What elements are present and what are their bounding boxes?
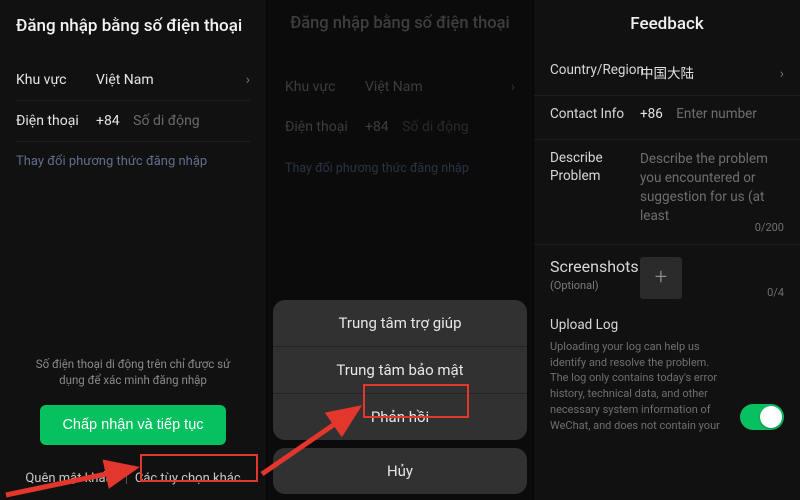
page-title: Đăng nhập bằng số điện thoại (0, 0, 266, 36)
region-value: Việt Nam (88, 72, 246, 88)
action-sheet: Trung tâm trợ giúp Trung tâm bảo mật Phả… (273, 300, 527, 494)
sheet-cancel[interactable]: Hủy (273, 448, 527, 494)
accept-continue-button[interactable]: Chấp nhận và tiếp tục (40, 405, 225, 445)
chevron-right-icon: › (511, 79, 515, 95)
contact-prefix: +86 (640, 106, 663, 122)
feedback-region-row[interactable]: Country/Region 中国大陆 › (534, 52, 800, 96)
describe-label: Describe Problem (550, 150, 632, 185)
page-title-dim: Đăng nhập bằng số điện thoại (267, 0, 533, 33)
login-panel-with-sheet: Đăng nhập bằng số điện thoại Khu vực Việ… (267, 0, 534, 500)
screenshots-optional: (Optional) (550, 279, 632, 293)
feedback-contact-row[interactable]: Contact Info +86 Enter number (534, 96, 800, 140)
chevron-right-icon: › (780, 66, 784, 82)
toggle-knob (760, 406, 782, 428)
plus-icon: + (655, 265, 667, 290)
login-panel: Đăng nhập bằng số điện thoại Khu vực Việ… (0, 0, 267, 500)
region-row[interactable]: Khu vực Việt Nam › (0, 60, 266, 100)
chevron-right-icon: › (246, 72, 250, 88)
more-options-link[interactable]: Các tùy chọn khác (135, 471, 241, 486)
contact-label: Contact Info (550, 106, 632, 124)
region-value: 中国大陆 (640, 66, 694, 82)
forgot-password-link[interactable]: Quên mật khẩu? (25, 471, 119, 486)
phone-placeholder: Số di động (133, 113, 200, 129)
feedback-screenshots-row: Screenshots (Optional) + 0/4 (534, 245, 800, 305)
region-row-dim: Khu vực Việt Nam › (267, 67, 533, 107)
add-screenshot-button[interactable]: + (640, 257, 682, 299)
screenshots-label: Screenshots (550, 257, 639, 276)
disclaimer-text: Số điện thoại di động trên chỉ được sử d… (16, 356, 250, 389)
feedback-panel: Feedback Country/Region 中国大陆 › Contact I… (534, 0, 800, 500)
upload-log-toggle[interactable] (740, 404, 784, 430)
sheet-security-center[interactable]: Trung tâm bảo mật (273, 347, 527, 393)
describe-counter: 0/200 (755, 221, 784, 234)
contact-placeholder: Enter number (676, 106, 757, 122)
sheet-feedback[interactable]: Phản hồi (273, 394, 527, 440)
screenshots-counter: 0/4 (767, 286, 784, 299)
feedback-title: Feedback (534, 0, 800, 52)
phone-input-wrap[interactable]: +84 Số di động (88, 113, 250, 129)
upload-log-label: Upload Log (550, 317, 784, 333)
switch-login-method-link[interactable]: Thay đổi phương thức đăng nhập (0, 142, 266, 169)
region-label: Khu vực (16, 72, 88, 88)
sheet-help-center[interactable]: Trung tâm trợ giúp (273, 300, 527, 346)
phone-prefix: +84 (96, 113, 120, 129)
phone-label: Điện thoại (16, 113, 88, 129)
describe-placeholder: Describe the problem you encountered or … (640, 150, 784, 226)
feedback-upload-log-row: Upload Log Uploading your log can help u… (534, 305, 800, 451)
feedback-describe-row[interactable]: Describe Problem Describe the problem yo… (534, 140, 800, 245)
phone-row-dim: Điện thoại +84 Số di động (267, 107, 533, 147)
region-label: Country/Region (550, 62, 632, 80)
phone-row[interactable]: Điện thoại +84 Số di động (0, 101, 266, 141)
